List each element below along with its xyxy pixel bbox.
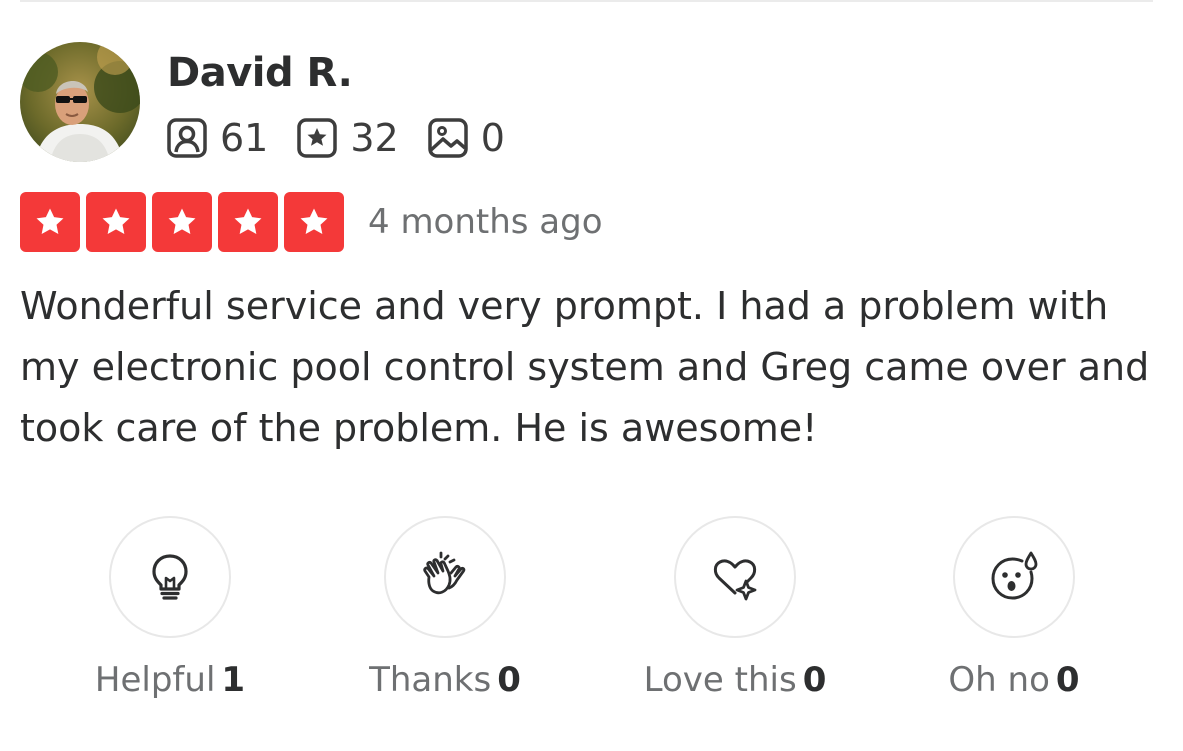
helpful-label: Helpful 1 bbox=[94, 660, 246, 700]
helpful-reaction-circle[interactable] bbox=[109, 516, 231, 638]
star-icon bbox=[300, 208, 328, 235]
star-rating-2 bbox=[86, 192, 146, 252]
review-date: 4 months ago bbox=[368, 202, 603, 242]
star-rating-3 bbox=[152, 192, 212, 252]
review-star-icon bbox=[297, 118, 338, 158]
reviews-count: 32 bbox=[350, 116, 399, 160]
star-icon bbox=[234, 208, 262, 235]
review-text: Wonderful service and very prompt. I had… bbox=[20, 284, 1150, 450]
thanks-reaction-button[interactable]: Thanks 0 bbox=[315, 516, 575, 702]
reviews-stat: 32 bbox=[296, 114, 399, 162]
oh-no-count: 0 bbox=[1055, 660, 1080, 700]
surprised-face-icon bbox=[991, 551, 1038, 600]
oh-no-reaction-button[interactable]: Oh no 0 bbox=[884, 516, 1144, 702]
reviewer-name[interactable]: David R. bbox=[167, 48, 353, 98]
love-this-label: Love this 0 bbox=[643, 660, 827, 700]
lightbulb-icon bbox=[152, 554, 188, 600]
star-rating-4 bbox=[218, 192, 278, 252]
oh-no-reaction-circle[interactable] bbox=[953, 516, 1075, 638]
love-this-reaction-button[interactable]: Love this 0 bbox=[605, 516, 865, 702]
avatar[interactable] bbox=[20, 42, 140, 162]
oh-no-label: Oh no 0 bbox=[948, 660, 1080, 700]
helpful-reaction-button[interactable]: Helpful 1 bbox=[40, 516, 300, 702]
friends-count: 61 bbox=[220, 116, 269, 160]
friends-stat: 61 bbox=[166, 114, 268, 162]
heart-sparkle-icon bbox=[713, 559, 757, 601]
helpful-count: 1 bbox=[221, 660, 246, 700]
love-this-count: 0 bbox=[802, 660, 827, 700]
star-icon bbox=[102, 208, 130, 235]
top-divider bbox=[20, 0, 1153, 2]
star-icon bbox=[168, 208, 196, 235]
photos-count: 0 bbox=[480, 116, 505, 160]
reviewer-stats: 61 32 0 bbox=[166, 114, 533, 162]
thanks-label: Thanks 0 bbox=[369, 660, 521, 700]
rating-row: 4 months ago bbox=[20, 192, 603, 252]
photos-stat: 0 bbox=[427, 114, 505, 162]
thanks-reaction-circle[interactable] bbox=[384, 516, 506, 638]
star-icon bbox=[36, 208, 64, 235]
thanks-count: 0 bbox=[497, 660, 521, 700]
love-this-reaction-circle[interactable] bbox=[674, 516, 796, 638]
clapping-hands-icon bbox=[423, 551, 466, 595]
star-rating-5 bbox=[284, 192, 344, 252]
photo-icon bbox=[427, 118, 468, 158]
star-rating-1 bbox=[20, 192, 80, 252]
friends-icon bbox=[167, 118, 207, 158]
